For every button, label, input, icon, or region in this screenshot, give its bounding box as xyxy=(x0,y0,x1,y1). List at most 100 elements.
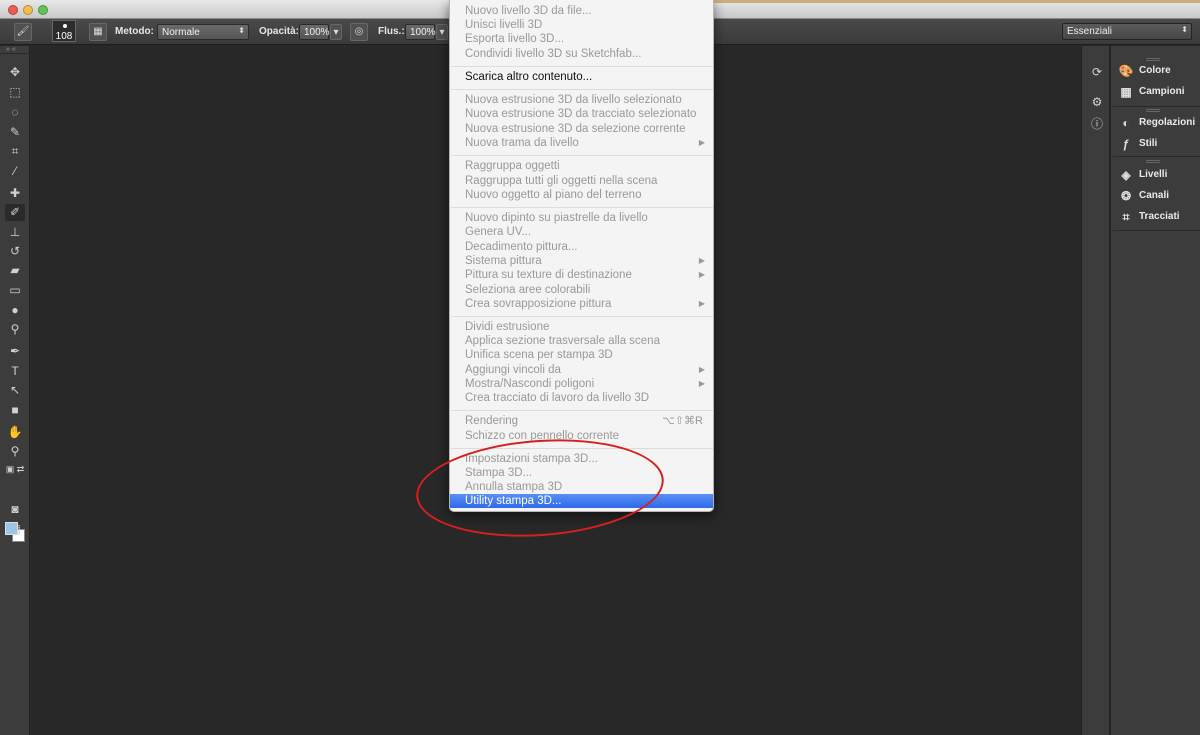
zoom-tool-icon[interactable]: ⚲ xyxy=(5,443,25,460)
menu-item-label: Scarica altro contenuto... xyxy=(465,71,593,83)
menu-item[interactable]: Schizzo con pennello corrente xyxy=(450,429,713,443)
menu-item-label: Crea tracciato di lavoro da livello 3D xyxy=(465,392,650,404)
quick-mask-icon[interactable]: ◙ xyxy=(5,501,25,518)
menu-item[interactable]: Raggruppa tutti gli oggetti nella scena xyxy=(450,174,713,188)
blur-tool-icon[interactable]: ● xyxy=(5,302,25,319)
path-selection-tool-icon[interactable]: ↖ xyxy=(5,382,25,399)
panel-tab-paths[interactable]: ⌗ Tracciati xyxy=(1116,208,1200,226)
menu-item[interactable]: Applica sezione trasversale alla scena xyxy=(450,334,713,348)
dodge-tool-icon[interactable]: ⚲ xyxy=(5,321,25,338)
panel-divider xyxy=(1113,106,1200,107)
clone-stamp-tool-icon[interactable]: ⊥ xyxy=(5,224,25,241)
opacity-input[interactable]: 100% xyxy=(299,24,330,40)
panel-tab-label: Canali xyxy=(1139,190,1170,201)
menu-item[interactable]: Nuova estrusione 3D da tracciato selezio… xyxy=(450,107,713,121)
menu-item[interactable]: Scarica altro contenuto... xyxy=(450,70,713,84)
rectangle-tool-icon[interactable]: ■ xyxy=(5,402,25,419)
eyedropper-tool-icon[interactable]: ⁄ xyxy=(5,163,25,180)
pen-tool-icon[interactable]: ✒ xyxy=(5,343,25,360)
gradient-tool-icon[interactable]: ▭ xyxy=(5,282,25,299)
flow-dropdown-button[interactable]: ▾ xyxy=(436,24,448,40)
menu-item-label: Unisci livelli 3D xyxy=(465,19,543,31)
info-panel-icon[interactable]: ⓘ xyxy=(1089,116,1105,132)
eraser-tool-icon[interactable]: ▰ xyxy=(5,262,25,279)
menu-item[interactable]: Condividi livello 3D su Sketchfab... xyxy=(450,47,713,61)
panel-group-grip[interactable] xyxy=(1146,109,1160,112)
brush-tool-icon[interactable]: ✐ xyxy=(5,204,25,221)
menu-item[interactable]: Crea sovrapposizione pittura ▶ xyxy=(450,297,713,311)
history-panel-icon[interactable]: ⟳ xyxy=(1089,64,1105,80)
minimize-window-button[interactable] xyxy=(23,5,33,15)
chevron-updown-icon: ⬍ xyxy=(1181,25,1188,34)
menu-item[interactable]: Esporta livello 3D... xyxy=(450,32,713,46)
opacity-dropdown-button[interactable]: ▾ xyxy=(330,24,342,40)
menu-item[interactable]: Nuovo livello 3D da file... xyxy=(450,4,713,18)
menu-item[interactable]: Impostazioni stampa 3D... xyxy=(450,452,713,466)
menu-item[interactable]: Nuova estrusione 3D da selezione corrent… xyxy=(450,122,713,136)
brush-tool-preset-icon[interactable]: 🖌 xyxy=(14,23,32,41)
close-window-button[interactable] xyxy=(8,5,18,15)
menu-item[interactable]: Mostra/Nascondi poligoni ▶ xyxy=(450,377,713,391)
panel-tab-adjustments[interactable]: ◐ Regolazioni xyxy=(1116,114,1200,132)
menu-item-label: Aggiungi vincoli da xyxy=(465,364,561,376)
brush-size-picker[interactable]: 108 xyxy=(52,20,76,42)
menu-item[interactable]: Aggiungi vincoli da ▶ xyxy=(450,363,713,377)
default-colors-icon[interactable]: ▣ ⇄ xyxy=(5,461,25,478)
panel-collapse-icon[interactable]: » « xyxy=(0,46,29,54)
opacity-label: Opacità: xyxy=(259,26,300,37)
history-brush-tool-icon[interactable]: ↺ xyxy=(5,243,25,260)
crop-tool-icon[interactable]: ⌗ xyxy=(5,143,25,160)
panel-tab-layers[interactable]: ◈ Livelli xyxy=(1116,166,1200,184)
menu-item[interactable]: Pittura su texture di destinazione ▶ xyxy=(450,268,713,282)
menu-item[interactable]: Annulla stampa 3D xyxy=(450,480,713,494)
marquee-tool-icon[interactable]: ⬚ xyxy=(5,84,25,101)
brush-panel-toggle-icon[interactable]: ▦ xyxy=(89,23,107,41)
hand-tool-icon[interactable]: ✋ xyxy=(5,424,25,441)
menu-item[interactable]: Raggruppa oggetti xyxy=(450,159,713,173)
tablet-pressure-opacity-icon[interactable]: ◎ xyxy=(350,23,368,41)
menu-item[interactable]: Rendering ⌥⇧⌘R xyxy=(450,414,713,428)
panel-tab-label: Tracciati xyxy=(1139,211,1180,222)
menu-item[interactable]: Nuova trama da livello ▶ xyxy=(450,136,713,150)
panel-tab-label: Campioni xyxy=(1139,86,1185,97)
menu-item-label: Nuova trama da livello xyxy=(465,137,579,149)
move-tool-icon[interactable]: ✥ xyxy=(5,64,25,81)
brush-settings-icon[interactable]: ⚙ xyxy=(1089,94,1105,110)
submenu-arrow-icon: ▶ xyxy=(698,270,705,279)
menu-item[interactable]: Nuova estrusione 3D da livello seleziona… xyxy=(450,93,713,107)
panel-tab-color[interactable]: 🎨 Colore xyxy=(1116,62,1200,80)
menu-item[interactable]: Genera UV... xyxy=(450,225,713,239)
type-tool-icon[interactable]: T xyxy=(5,363,25,380)
menu-separator xyxy=(451,410,713,411)
menu-item[interactable]: Unifica scena per stampa 3D xyxy=(450,348,713,362)
zoom-window-button[interactable] xyxy=(38,5,48,15)
foreground-color-swatch[interactable] xyxy=(5,522,18,535)
panel-tab-channels[interactable]: ❂ Canali xyxy=(1116,187,1200,205)
submenu-arrow-icon: ▶ xyxy=(698,365,705,374)
menu-item[interactable]: Sistema pittura ▶ xyxy=(450,254,713,268)
flow-input[interactable]: 100% xyxy=(405,24,436,40)
menu-item[interactable]: Dividi estrusione xyxy=(450,320,713,334)
paths-icon: ⌗ xyxy=(1122,210,1130,224)
healing-brush-tool-icon[interactable]: ✚ xyxy=(5,185,25,202)
method-select[interactable]: Normale ⬍ xyxy=(157,24,249,40)
menu-item-label: Annulla stampa 3D xyxy=(465,481,563,493)
menu-item[interactable]: Unisci livelli 3D xyxy=(450,18,713,32)
menu-item[interactable]: Utility stampa 3D... xyxy=(450,494,713,509)
menu-item[interactable]: Decadimento pittura... xyxy=(450,240,713,254)
panel-tab-swatches[interactable]: ▦ Campioni xyxy=(1116,83,1200,101)
quick-selection-tool-icon[interactable]: ✎ xyxy=(5,124,25,141)
titlebar-decoration xyxy=(680,0,1200,3)
lasso-tool-icon[interactable]: ◌ xyxy=(5,104,25,121)
panel-tab-styles[interactable]: ƒ Stili xyxy=(1116,135,1200,153)
menu-item[interactable]: Seleziona aree colorabili xyxy=(450,283,713,297)
menu-item[interactable]: Nuovo dipinto su piastrelle da livello xyxy=(450,211,713,225)
workspace-select[interactable]: Essenziali ⬍ xyxy=(1062,23,1192,40)
menu-item[interactable]: Crea tracciato di lavoro da livello 3D xyxy=(450,391,713,405)
menu-item[interactable]: Stampa 3D... xyxy=(450,466,713,480)
menu-item[interactable]: Nuovo oggetto al piano del terreno xyxy=(450,188,713,202)
panel-group-grip[interactable] xyxy=(1146,58,1160,61)
menu-item-label: Raggruppa tutti gli oggetti nella scena xyxy=(465,175,658,187)
panel-group-grip[interactable] xyxy=(1146,160,1160,163)
menu-separator xyxy=(451,316,713,317)
